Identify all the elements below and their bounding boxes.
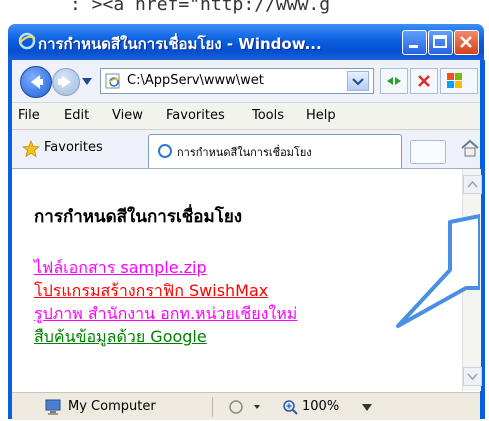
tab-title: การกำหนดสีในการเชื่อมโยง [177,146,312,159]
window-title: การกำหนดสีในการเชื่อมโยง - Window... [38,35,322,53]
close-button[interactable] [454,30,479,55]
callout-pointer [396,214,480,328]
favorites-label: Favorites [44,140,103,155]
background-code-line: : ><a href="http://www.g [70,0,331,15]
computer-icon [45,399,61,415]
refresh-button[interactable] [380,68,408,94]
favorites-button[interactable]: Favorites [16,136,128,160]
scroll-up-button[interactable] [463,175,482,194]
live-search-icon [447,73,462,88]
background-code-text: : ><a href="http://www.g [0,0,489,24]
tab-active[interactable]: การกำหนดสีในการเชื่อมโยง [148,134,402,168]
refresh-icon [387,77,401,85]
close-icon [460,36,472,48]
stop-icon [418,75,430,87]
window-title-bar[interactable]: การกำหนดสีในการเชื่อมโยง - Window... [8,24,484,60]
back-button[interactable] [20,66,52,98]
home-icon[interactable] [460,138,480,158]
protected-mode-icon [229,400,260,414]
navigation-bar: C:\AppServ\www\wet [12,60,480,103]
maximize-button[interactable] [428,30,453,55]
loading-icon [158,144,172,158]
maximize-icon [433,35,447,48]
back-arrow-icon [31,75,43,89]
chevron-down-icon [352,78,364,86]
link-google-search[interactable]: สืบค้นข้อมูลด้วย Google [34,325,207,350]
minimize-icon [409,45,418,48]
menu-favorites[interactable]: Favorites [166,108,225,123]
zone-label: My Computer [68,399,156,414]
menu-view[interactable]: View [112,108,143,123]
live-search-button[interactable] [440,68,478,94]
menu-edit[interactable]: Edit [64,108,89,123]
protected-mode-button[interactable] [226,397,266,417]
status-divider [212,397,213,417]
chevron-down-icon [362,404,372,411]
favorites-bar: Favorites การกำหนดสีในการเชื่อมโยง [12,130,480,169]
link-sample-zip[interactable]: ไฟล์เอกสาร sample.zip [34,256,207,281]
status-bar: My Computer 100% [12,392,480,420]
stop-button[interactable] [410,68,438,94]
security-zone: My Computer [40,397,202,417]
menu-file[interactable]: File [18,108,40,123]
chevron-down-icon [467,373,478,381]
scroll-down-button[interactable] [463,367,482,386]
address-bar[interactable]: C:\AppServ\www\wet [100,68,374,94]
link-swishmax[interactable]: โปรแกรมสร้างกราฟิก SwishMax [34,279,268,304]
menu-tools[interactable]: Tools [252,108,284,123]
ie-icon [18,32,36,50]
chevron-up-icon [467,180,478,188]
page-heading: การกำหนดสีในการเชื่อมโยง [34,207,243,227]
zoom-button[interactable]: 100% [276,397,386,417]
new-tab-button[interactable] [410,140,446,164]
forward-arrow-icon [58,76,71,88]
forward-button[interactable] [52,68,80,96]
minimize-button[interactable] [402,30,427,55]
zoom-icon [283,400,298,415]
history-dropdown-icon[interactable] [82,78,92,86]
zoom-level: 100% [302,399,340,414]
menu-bar: File Edit View Favorites Tools Help [12,103,480,130]
menu-help[interactable]: Help [306,108,336,123]
star-icon [22,140,40,158]
link-office-photo[interactable]: รูปภาพ สำนักงาน อกท.หน่วยเชียงใหม่ [34,302,297,327]
address-dropdown-button[interactable] [347,71,369,91]
page-icon [105,73,120,89]
address-url: C:\AppServ\www\wet [127,73,264,88]
